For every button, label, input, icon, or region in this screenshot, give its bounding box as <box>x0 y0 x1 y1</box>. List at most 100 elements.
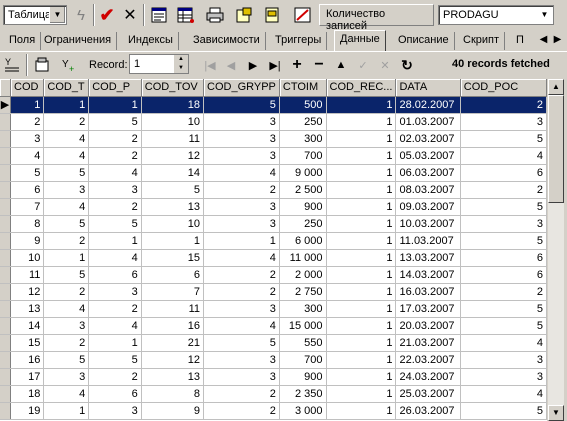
vertical-scrollbar[interactable]: ▲ ▼ <box>547 79 564 421</box>
table-cell[interactable]: 2 <box>460 283 547 301</box>
table-cell[interactable]: 11 <box>141 130 205 148</box>
current-row-indicator-icon[interactable]: ▶ <box>0 96 11 114</box>
table-cell[interactable]: 3 <box>203 198 280 216</box>
table-cell[interactable]: 1 <box>43 96 90 114</box>
table-cell[interactable]: 4 <box>88 164 142 182</box>
table-cell[interactable]: 09.03.2007 <box>395 198 461 216</box>
table-cell[interactable]: 18 <box>10 385 45 403</box>
table-cell[interactable]: 6 <box>460 266 547 284</box>
row-indicator[interactable] <box>0 215 11 233</box>
table-cell[interactable]: 15 <box>10 334 45 352</box>
table-cell[interactable]: 11 <box>10 266 45 284</box>
table-cell[interactable]: 1 <box>88 96 142 114</box>
table-cell[interactable]: 300 <box>279 300 327 318</box>
next-record-icon[interactable]: ▶ <box>242 54 264 76</box>
table-cell[interactable]: 700 <box>279 147 327 165</box>
table-cell[interactable]: 5 <box>460 232 547 250</box>
spin-up-icon[interactable]: ▲ <box>174 55 188 64</box>
table-cell[interactable]: 12 <box>10 283 45 301</box>
table-cell[interactable]: 10 <box>10 249 45 267</box>
table-row[interactable]: 2 2 5 10 3 250 1 01.03.2007 3 <box>0 113 547 131</box>
table-row[interactable]: 17 3 2 13 3 900 1 24.03.2007 3 <box>0 368 547 386</box>
table-cell[interactable]: 25.03.2007 <box>395 385 461 403</box>
table-cell[interactable]: 5 <box>43 164 90 182</box>
grid-view-icon[interactable] <box>175 4 197 26</box>
table-cell[interactable]: 250 <box>279 215 327 233</box>
table-cell[interactable]: 2 <box>203 283 280 301</box>
table-cell[interactable]: 8 <box>10 215 45 233</box>
table-cell[interactable]: 15 <box>141 249 205 267</box>
table-cell[interactable]: 9 <box>10 232 45 250</box>
table-cell[interactable]: 2 <box>43 113 90 131</box>
table-cell[interactable]: 2 <box>88 147 142 165</box>
first-record-icon[interactable]: |◀ <box>199 54 221 76</box>
table-cell[interactable]: 1 <box>88 334 142 352</box>
tab-script[interactable]: Скрипт <box>458 32 506 50</box>
table-cell[interactable]: 3 <box>460 351 547 369</box>
table-cell[interactable]: 5 <box>460 198 547 216</box>
table-cell[interactable]: 2 350 <box>279 385 327 403</box>
table-cell[interactable]: 4 <box>203 164 280 182</box>
data-grid[interactable]: COD COD_T COD_P COD_TOV COD_GRYPP CTOIM COD_RE… <box>0 79 547 421</box>
table-cell[interactable]: 5 <box>88 215 142 233</box>
row-indicator[interactable] <box>0 113 11 131</box>
row-indicator[interactable] <box>0 249 11 267</box>
table-cell[interactable]: 2 <box>203 266 280 284</box>
table-cell[interactable]: 900 <box>279 368 327 386</box>
table-cell[interactable]: 19 <box>10 402 45 420</box>
table-cell[interactable]: 1 <box>326 334 397 352</box>
table-row[interactable]: 11 5 6 6 2 2 000 1 14.03.2007 6 <box>0 266 547 284</box>
table-cell[interactable]: 2 <box>43 283 90 301</box>
table-row[interactable]: 15 2 1 21 5 550 1 21.03.2007 4 <box>0 334 547 352</box>
table-cell[interactable]: 4 <box>10 147 45 165</box>
table-cell[interactable]: 1 <box>326 368 397 386</box>
table-cell[interactable]: 2 000 <box>279 266 327 284</box>
table-cell[interactable]: 6 <box>88 385 142 403</box>
row-indicator[interactable] <box>0 351 11 369</box>
table-cell[interactable]: 4 <box>43 300 90 318</box>
table-cell[interactable]: 5 <box>43 215 90 233</box>
table-cell[interactable]: 13 <box>141 368 205 386</box>
table-cell[interactable]: 5 <box>460 317 547 335</box>
table-cell[interactable]: 13 <box>141 198 205 216</box>
table-cell[interactable]: 3 <box>203 130 280 148</box>
column-header[interactable]: COD_REC... <box>326 79 397 97</box>
refresh-grid-icon[interactable] <box>31 54 53 76</box>
table-cell[interactable]: 2 <box>203 385 280 403</box>
table-cell[interactable]: 3 <box>88 181 142 199</box>
column-header[interactable]: COD <box>10 79 45 97</box>
tab-indexes[interactable]: Индексы <box>123 32 179 50</box>
filter-icon[interactable]: Y <box>2 54 24 76</box>
table-cell[interactable]: 1 <box>10 96 45 114</box>
table-cell[interactable]: 4 <box>460 334 547 352</box>
table-cell[interactable]: 6 <box>460 164 547 182</box>
table-cell[interactable]: 900 <box>279 198 327 216</box>
table-cell[interactable]: 3 <box>88 283 142 301</box>
table-cell[interactable]: 08.03.2007 <box>395 181 461 199</box>
print-icon[interactable] <box>204 4 226 26</box>
column-header[interactable]: COD_TOV <box>141 79 205 97</box>
table-cell[interactable]: 26.03.2007 <box>395 402 461 420</box>
table-cell[interactable]: 1 <box>43 249 90 267</box>
table-cell[interactable]: 2 <box>10 113 45 131</box>
table-cell[interactable]: 1 <box>326 215 397 233</box>
table-cell[interactable]: 21.03.2007 <box>395 334 461 352</box>
table-cell[interactable]: 10 <box>141 215 205 233</box>
table-row[interactable]: 3 4 2 11 3 300 1 02.03.2007 5 <box>0 130 547 148</box>
lightning-icon[interactable]: ϟ <box>70 4 92 26</box>
table-cell[interactable]: 2 <box>88 300 142 318</box>
table-cell[interactable]: 2 <box>88 198 142 216</box>
row-indicator[interactable] <box>0 317 11 335</box>
prior-record-icon[interactable]: ◀ <box>220 54 242 76</box>
last-record-icon[interactable]: ▶| <box>264 54 286 76</box>
table-cell[interactable]: 3 <box>460 215 547 233</box>
table-cell[interactable]: 3 000 <box>279 402 327 420</box>
table-cell[interactable]: 5 <box>88 113 142 131</box>
table-row[interactable]: 12 2 3 7 2 2 750 1 16.03.2007 2 <box>0 283 547 301</box>
table-cell[interactable]: 14.03.2007 <box>395 266 461 284</box>
table-cell[interactable]: 18 <box>141 96 205 114</box>
table-cell[interactable]: 4 <box>460 385 547 403</box>
tab-description[interactable]: Описание <box>393 32 455 50</box>
table-cell[interactable]: 3 <box>43 181 90 199</box>
row-indicator[interactable] <box>0 164 11 182</box>
